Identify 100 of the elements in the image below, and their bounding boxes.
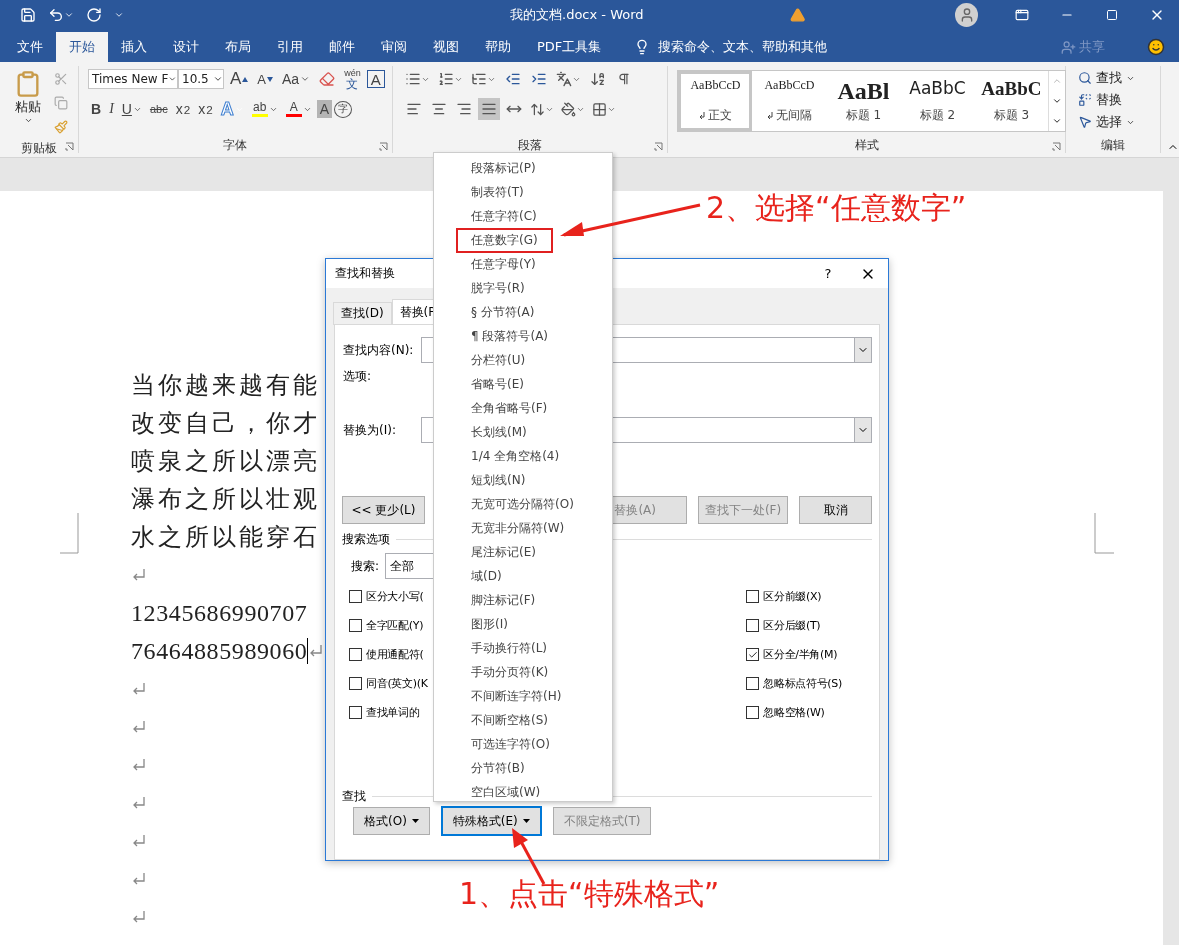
grow-font-button[interactable]: A [227, 68, 252, 90]
ribbon-tab[interactable]: 设计 [160, 32, 212, 62]
align-right-icon [455, 101, 472, 117]
caret-icon [213, 74, 223, 84]
paragraph-mark-icon [766, 111, 774, 120]
editing-button[interactable]: 选择 [1076, 112, 1138, 132]
menu-item[interactable]: 分栏符(U) [434, 348, 612, 372]
ribbon-tab[interactable]: 帮助 [472, 32, 524, 62]
dialog-launcher-icon[interactable] [1052, 142, 1062, 151]
field-label: 替换为(I): [342, 421, 397, 439]
scissors-icon [54, 72, 68, 86]
avatar-icon[interactable] [954, 3, 979, 27]
character-border-button[interactable]: A [366, 70, 385, 88]
ribbon-tab[interactable]: 邮件 [316, 32, 368, 62]
menu-item[interactable]: 手动换行符(L) [434, 636, 612, 660]
checkbox[interactable] [349, 590, 362, 603]
ribbon-tab[interactable]: 视图 [420, 32, 472, 62]
save-icon [20, 7, 36, 23]
checkbox[interactable] [349, 706, 362, 719]
annotation-text: 2、选择“任意数字” [706, 189, 967, 227]
ribbon-tab[interactable]: 开始 [56, 32, 108, 62]
change-case-button[interactable]: Aa [279, 68, 314, 90]
ribbon-tab[interactable]: PDF工具集 [524, 32, 615, 62]
dialog-button[interactable]: 特殊格式(E) [441, 807, 541, 835]
editing-button[interactable]: 替换 [1076, 90, 1138, 110]
dialog-tab[interactable]: 查找(D) [333, 302, 392, 325]
shrink-font-button[interactable]: A [254, 68, 276, 90]
checkbox-label: 区分大小写( [366, 589, 424, 604]
menu-item[interactable]: 手动分页符(K) [434, 660, 612, 684]
paste-button[interactable]: 粘贴 [6, 68, 50, 138]
menu-item[interactable]: 制表符(T) [434, 180, 612, 204]
down-triangle-icon [267, 76, 273, 82]
menu-item[interactable]: 空白区域(W) [434, 780, 612, 804]
checkbox[interactable] [349, 619, 362, 632]
bold-button[interactable]: B [88, 98, 105, 120]
checkmark-icon [747, 649, 758, 660]
checkbox[interactable] [349, 648, 362, 661]
menu-item[interactable]: 脱字号(R) [434, 276, 612, 300]
style-item[interactable]: AaBbCcD 正文 [678, 71, 753, 131]
dialog-button[interactable]: 格式(O) [353, 807, 430, 835]
caret-icon [1052, 96, 1063, 106]
dialog-button[interactable]: 取消 [799, 496, 872, 524]
up-triangle-icon [242, 76, 249, 82]
character-shading-button[interactable]: A [316, 100, 332, 118]
checkbox-label: 使用通配符( [366, 647, 424, 662]
ribbon-tab[interactable]: 布局 [212, 32, 264, 62]
font-name-combo[interactable]: Times New F [88, 69, 178, 89]
strikethrough-button[interactable]: abc [146, 98, 171, 120]
checkbox[interactable] [746, 619, 760, 632]
menu-item[interactable]: 脚注标记(F) [434, 588, 612, 612]
increase-indent-icon [530, 71, 547, 87]
menu-item[interactable]: 长划线(M) [434, 420, 612, 444]
menu-item[interactable]: 不间断连字符(H) [434, 684, 612, 708]
copy-icon [54, 96, 68, 110]
menu-item[interactable]: 全角省略号(F) [434, 396, 612, 420]
caret-icon [168, 74, 177, 84]
less-button[interactable]: << 更少(L) [342, 496, 425, 524]
menu-item[interactable]: ¶ 段落符号(A) [434, 324, 612, 348]
pilcrow-icon [616, 72, 631, 86]
checkbox[interactable] [746, 706, 760, 719]
dialog-launcher-icon[interactable] [654, 142, 664, 151]
checkbox[interactable] [746, 648, 760, 661]
phonetic-guide-button[interactable]: wén 文 [341, 68, 364, 90]
alignment-button[interactable] [477, 98, 500, 120]
tell-me-field[interactable]: 搜索命令、文本、帮助和其他 [634, 32, 828, 62]
checkbox[interactable] [746, 590, 760, 603]
font-color-button[interactable]: A [282, 98, 315, 120]
editing-button[interactable]: 查找 [1076, 68, 1138, 88]
italic-button[interactable]: I [106, 98, 117, 120]
underline-button[interactable]: U [118, 98, 145, 120]
menu-item[interactable]: 分节符(B) [434, 756, 612, 780]
smiley-icon[interactable] [1147, 38, 1165, 56]
dialog-launcher-icon[interactable] [378, 142, 388, 151]
checkbox[interactable] [746, 677, 760, 690]
menu-item[interactable]: 任意字母(Y) [434, 252, 612, 276]
ribbon-tab[interactable]: 引用 [264, 32, 316, 62]
checkbox[interactable] [349, 677, 362, 690]
group-label: 剪贴板 [21, 140, 57, 156]
menu-item[interactable]: 图形(I) [434, 612, 612, 636]
menu-item[interactable]: 段落标记(P) [434, 156, 612, 180]
document-text: 12345686990707 [131, 599, 308, 627]
margin-corner-mark [60, 513, 80, 555]
group-label: 样式 [854, 137, 879, 153]
ribbon-tab[interactable]: 插入 [108, 32, 160, 62]
help-button[interactable]: ? [808, 259, 848, 288]
menu-item[interactable]: 省略号(E) [434, 372, 612, 396]
menu-item[interactable]: 不间断空格(S) [434, 708, 612, 732]
menu-item[interactable]: 1/4 全角空格(4) [434, 444, 612, 468]
menu-item[interactable]: 短划线(N) [434, 468, 612, 492]
line-spacing-icon [529, 101, 545, 117]
menu-item[interactable]: 可选连字符(O) [434, 732, 612, 756]
dialog-launcher-icon[interactable] [65, 142, 74, 151]
ribbon-tab[interactable]: 文件 [4, 32, 56, 62]
menu-item[interactable]: 任意字符(C) [434, 204, 612, 228]
bullet-list-icon [404, 71, 421, 87]
margin-corner-mark [1094, 513, 1114, 555]
caret-icon [1052, 116, 1063, 126]
highlight-color-button[interactable]: ab [248, 98, 281, 120]
ribbon-tab[interactable]: 审阅 [368, 32, 420, 62]
font-size-combo[interactable]: 10.5 [178, 69, 224, 89]
